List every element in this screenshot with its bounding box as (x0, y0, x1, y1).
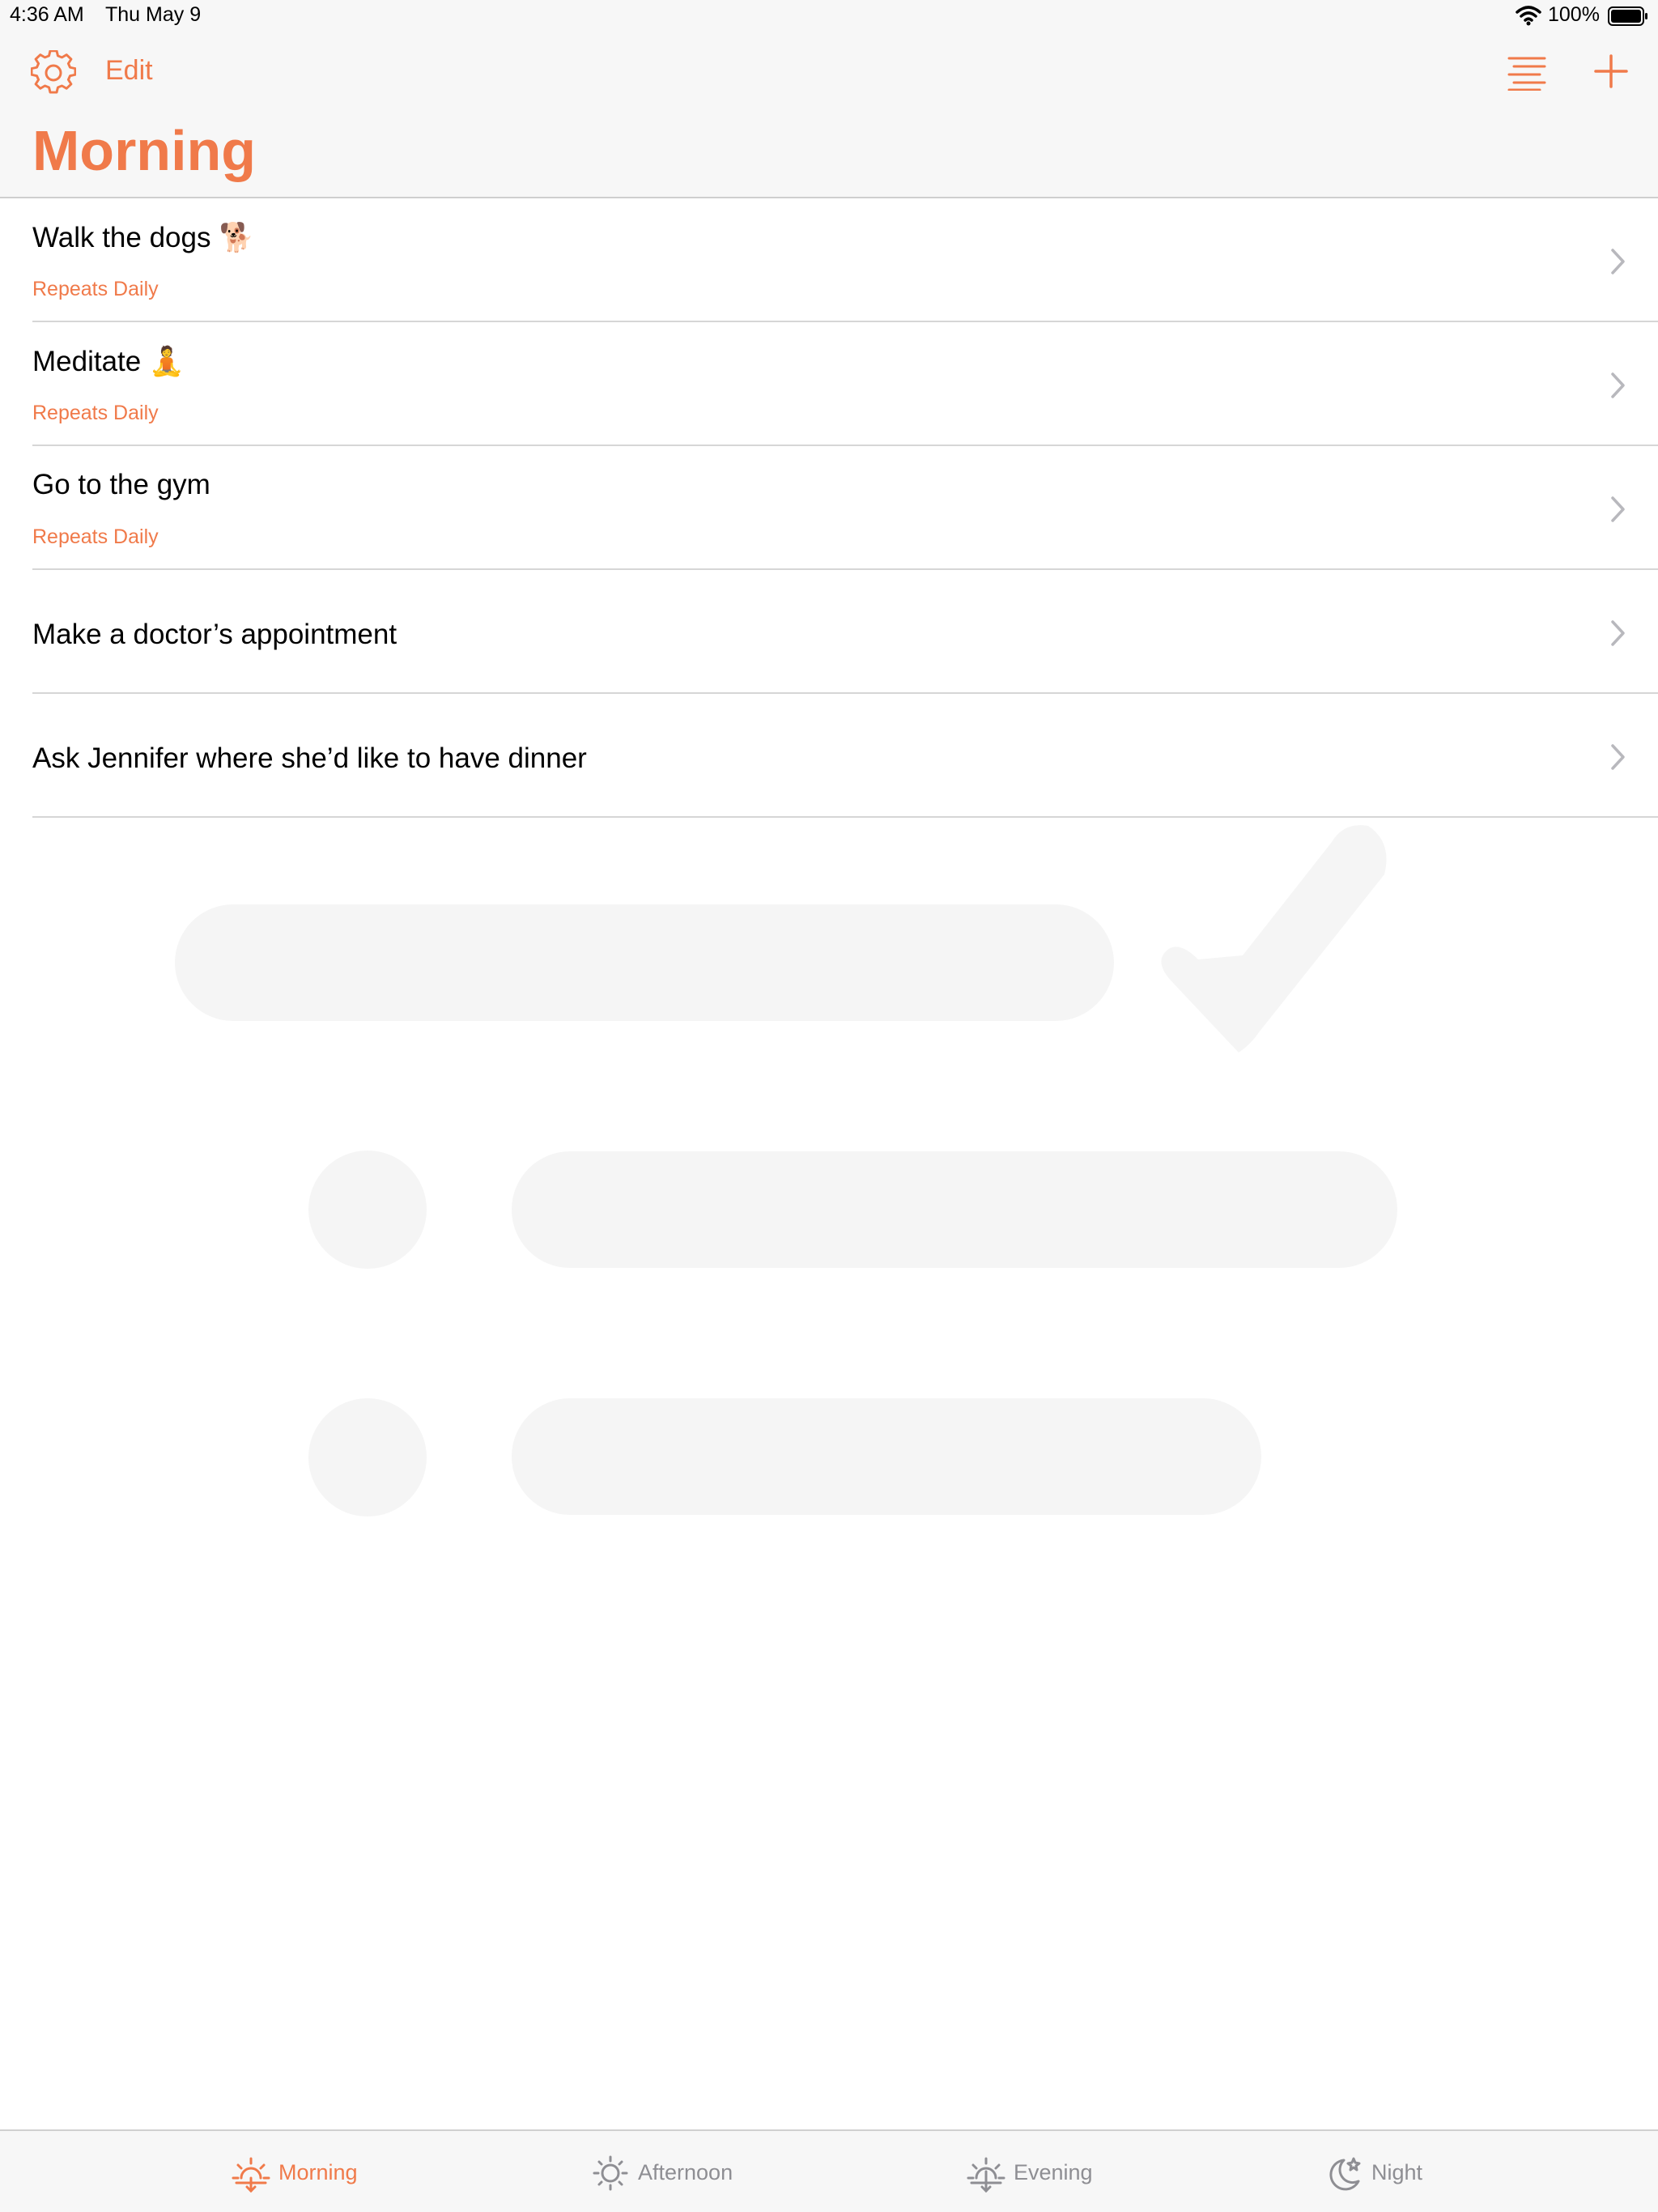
list-sort-icon[interactable] (1507, 55, 1546, 91)
task-list: Walk the dogs 🐕 Repeats Daily Meditate 🧘 R… (0, 198, 1658, 818)
status-time: 4:36 AM (10, 3, 84, 26)
task-title: Go to the gym (32, 469, 210, 500)
chevron-right-icon (1611, 620, 1625, 646)
status-bar: 4:36 AM Thu May 9 100% (0, 0, 1658, 34)
moon-stars-icon (1329, 2157, 1361, 2191)
sunset-icon (967, 2157, 1005, 2193)
task-row-go-to-the-gym[interactable]: Go to the gym Repeats Daily (0, 446, 1658, 570)
tab-morning[interactable]: Morning (227, 2131, 372, 2212)
task-row-ask-jennifer[interactable]: Ask Jennifer where she’d like to have di… (0, 694, 1658, 818)
checklist-illustration (175, 825, 1397, 1516)
task-title: Ask Jennifer where she’d like to have di… (32, 742, 587, 774)
wifi-icon (1516, 6, 1541, 26)
dog-emoji: 🐕 (219, 222, 255, 253)
status-date: Thu May 9 (105, 3, 202, 26)
sunrise-icon (232, 2157, 270, 2193)
tab-evening[interactable]: Evening (963, 2131, 1117, 2212)
tab-label: Evening (1014, 2160, 1093, 2184)
task-row-walk-the-dogs[interactable]: Walk the dogs 🐕 Repeats Daily (0, 198, 1658, 322)
task-row-meditate[interactable]: Meditate 🧘 Repeats Daily (0, 322, 1658, 446)
gear-icon[interactable] (31, 50, 76, 96)
navigation-bar: Edit Morning (0, 34, 1658, 198)
task-repeat-label: Repeats Daily (32, 278, 159, 300)
edit-button[interactable]: Edit (105, 55, 153, 87)
plus-icon[interactable] (1593, 53, 1629, 89)
task-title: Make a doctor’s appointment (32, 619, 397, 650)
tab-afternoon[interactable]: Afternoon (589, 2131, 751, 2212)
sun-icon (593, 2155, 628, 2191)
task-title: Walk the dogs 🐕 (32, 222, 255, 253)
task-row-doctors-appointment[interactable]: Make a doctor’s appointment (0, 570, 1658, 694)
tab-bar: Morning Afternoon Evening Night (0, 2129, 1658, 2212)
page-title: Morning (32, 119, 257, 182)
tab-label: Night (1371, 2160, 1423, 2184)
tab-label: Morning (278, 2160, 358, 2184)
battery-icon (1608, 6, 1647, 26)
tab-label: Afternoon (638, 2160, 733, 2184)
chevron-right-icon (1611, 372, 1625, 398)
tab-night[interactable]: Night (1324, 2131, 1454, 2212)
task-repeat-label: Repeats Daily (32, 525, 159, 548)
battery-percent: 100% (1548, 3, 1600, 26)
chevron-right-icon (1611, 744, 1625, 770)
chevron-right-icon (1611, 249, 1625, 274)
chevron-right-icon (1611, 496, 1625, 522)
app-window: 4:36 AM Thu May 9 100% Edit Morning Walk… (0, 0, 1658, 2212)
task-repeat-label: Repeats Daily (32, 402, 159, 424)
meditation-emoji: 🧘 (149, 346, 185, 377)
task-title: Meditate 🧘 (32, 346, 185, 377)
